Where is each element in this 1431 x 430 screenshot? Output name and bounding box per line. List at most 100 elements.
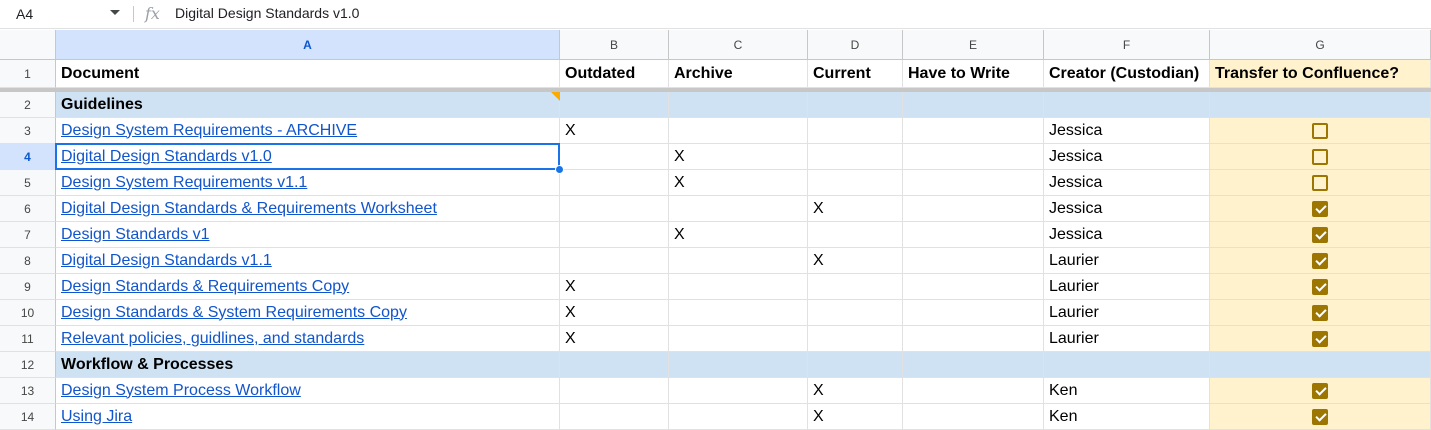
section-fill-cell[interactable] (669, 92, 808, 118)
row-header-8[interactable]: 8 (0, 248, 56, 274)
document-link[interactable]: Digital Design Standards & Requirements … (61, 200, 437, 218)
row-header-5[interactable]: 5 (0, 170, 56, 196)
current-cell[interactable]: X (808, 404, 903, 430)
section-fill-cell[interactable] (1044, 352, 1210, 378)
chevron-down-icon[interactable] (110, 10, 120, 15)
current-cell[interactable]: X (808, 378, 903, 404)
column-header-c[interactable]: C (669, 30, 808, 60)
document-cell[interactable]: Digital Design Standards & Requirements … (56, 196, 560, 222)
row-header-4[interactable]: 4 (0, 144, 56, 170)
column-header-g[interactable]: G (1210, 30, 1431, 60)
document-link[interactable]: Design System Process Workflow (61, 382, 301, 400)
section-fill-cell[interactable] (1210, 92, 1431, 118)
column-header-a[interactable]: A (56, 30, 560, 60)
creator-cell[interactable]: Laurier (1044, 274, 1210, 300)
checkbox-checked-icon[interactable] (1312, 408, 1328, 425)
column-header-d[interactable]: D (808, 30, 903, 60)
name-box[interactable]: A4 (0, 0, 128, 28)
archive-cell[interactable] (669, 118, 808, 144)
section-fill-cell[interactable] (560, 352, 669, 378)
header-cell-document[interactable]: Document (56, 60, 560, 88)
checkbox-checked-icon[interactable] (1312, 200, 1328, 217)
document-cell[interactable]: Design System Requirements v1.1 (56, 170, 560, 196)
outdated-cell[interactable] (560, 222, 669, 248)
document-cell[interactable]: Digital Design Standards v1.1 (56, 248, 560, 274)
have-to-write-cell[interactable] (903, 248, 1044, 274)
archive-cell[interactable] (669, 404, 808, 430)
section-fill-cell[interactable] (1044, 92, 1210, 118)
outdated-cell[interactable]: X (560, 274, 669, 300)
document-cell[interactable]: Design Standards & Requirements Copy (56, 274, 560, 300)
header-cell-creator[interactable]: Creator (Custodian) (1044, 60, 1210, 88)
transfer-cell[interactable] (1210, 144, 1431, 170)
checkbox-unchecked-icon[interactable] (1312, 122, 1328, 139)
have-to-write-cell[interactable] (903, 222, 1044, 248)
outdated-cell[interactable] (560, 378, 669, 404)
transfer-cell[interactable] (1210, 326, 1431, 352)
row-header-6[interactable]: 6 (0, 196, 56, 222)
checkbox-checked-icon[interactable] (1312, 278, 1328, 295)
outdated-cell[interactable]: X (560, 300, 669, 326)
row-header-11[interactable]: 11 (0, 326, 56, 352)
have-to-write-cell[interactable] (903, 196, 1044, 222)
outdated-cell[interactable] (560, 144, 669, 170)
archive-cell[interactable] (669, 196, 808, 222)
transfer-cell[interactable] (1210, 300, 1431, 326)
archive-cell[interactable] (669, 326, 808, 352)
header-cell-transfer-to-confluence[interactable]: Transfer to Confluence? (1210, 60, 1431, 88)
have-to-write-cell[interactable] (903, 326, 1044, 352)
current-cell[interactable] (808, 222, 903, 248)
document-cell[interactable]: Design System Process Workflow (56, 378, 560, 404)
outdated-cell[interactable] (560, 404, 669, 430)
document-cell[interactable]: Digital Design Standards v1.0 (56, 144, 560, 170)
document-cell[interactable]: Design System Requirements - ARCHIVE (56, 118, 560, 144)
current-cell[interactable] (808, 170, 903, 196)
current-cell[interactable] (808, 274, 903, 300)
document-link[interactable]: Design System Requirements - ARCHIVE (61, 122, 357, 140)
checkbox-checked-icon[interactable] (1312, 382, 1328, 399)
transfer-cell[interactable] (1210, 118, 1431, 144)
have-to-write-cell[interactable] (903, 144, 1044, 170)
section-fill-cell[interactable] (903, 352, 1044, 378)
creator-cell[interactable]: Ken (1044, 378, 1210, 404)
row-header-7[interactable]: 7 (0, 222, 56, 248)
transfer-cell[interactable] (1210, 378, 1431, 404)
section-fill-cell[interactable] (808, 92, 903, 118)
column-header-e[interactable]: E (903, 30, 1044, 60)
creator-cell[interactable]: Laurier (1044, 326, 1210, 352)
have-to-write-cell[interactable] (903, 378, 1044, 404)
have-to-write-cell[interactable] (903, 274, 1044, 300)
archive-cell[interactable] (669, 378, 808, 404)
checkbox-checked-icon[interactable] (1312, 304, 1328, 321)
row-header-1[interactable]: 1 (0, 60, 56, 88)
current-cell[interactable] (808, 300, 903, 326)
creator-cell[interactable]: Jessica (1044, 196, 1210, 222)
document-link[interactable]: Relevant policies, guidlines, and standa… (61, 330, 364, 348)
column-header-f[interactable]: F (1044, 30, 1210, 60)
section-fill-cell[interactable] (808, 352, 903, 378)
transfer-cell[interactable] (1210, 170, 1431, 196)
archive-cell[interactable]: X (669, 144, 808, 170)
checkbox-unchecked-icon[interactable] (1312, 174, 1328, 191)
current-cell[interactable]: X (808, 196, 903, 222)
checkbox-checked-icon[interactable] (1312, 226, 1328, 243)
checkbox-checked-icon[interactable] (1312, 330, 1328, 347)
row-header-13[interactable]: 13 (0, 378, 56, 404)
outdated-cell[interactable]: X (560, 118, 669, 144)
outdated-cell[interactable]: X (560, 326, 669, 352)
header-cell-archive[interactable]: Archive (669, 60, 808, 88)
transfer-cell[interactable] (1210, 274, 1431, 300)
checkbox-unchecked-icon[interactable] (1312, 148, 1328, 165)
select-all-corner[interactable] (0, 30, 56, 60)
creator-cell[interactable]: Ken (1044, 404, 1210, 430)
header-cell-have-to-write[interactable]: Have to Write (903, 60, 1044, 88)
creator-cell[interactable]: Laurier (1044, 300, 1210, 326)
document-link[interactable]: Digital Design Standards v1.0 (61, 148, 272, 166)
section-fill-cell[interactable] (560, 92, 669, 118)
outdated-cell[interactable] (560, 170, 669, 196)
creator-cell[interactable]: Jessica (1044, 170, 1210, 196)
current-cell[interactable] (808, 144, 903, 170)
document-link[interactable]: Design System Requirements v1.1 (61, 174, 307, 192)
document-link[interactable]: Design Standards v1 (61, 226, 210, 244)
section-fill-cell[interactable] (903, 92, 1044, 118)
